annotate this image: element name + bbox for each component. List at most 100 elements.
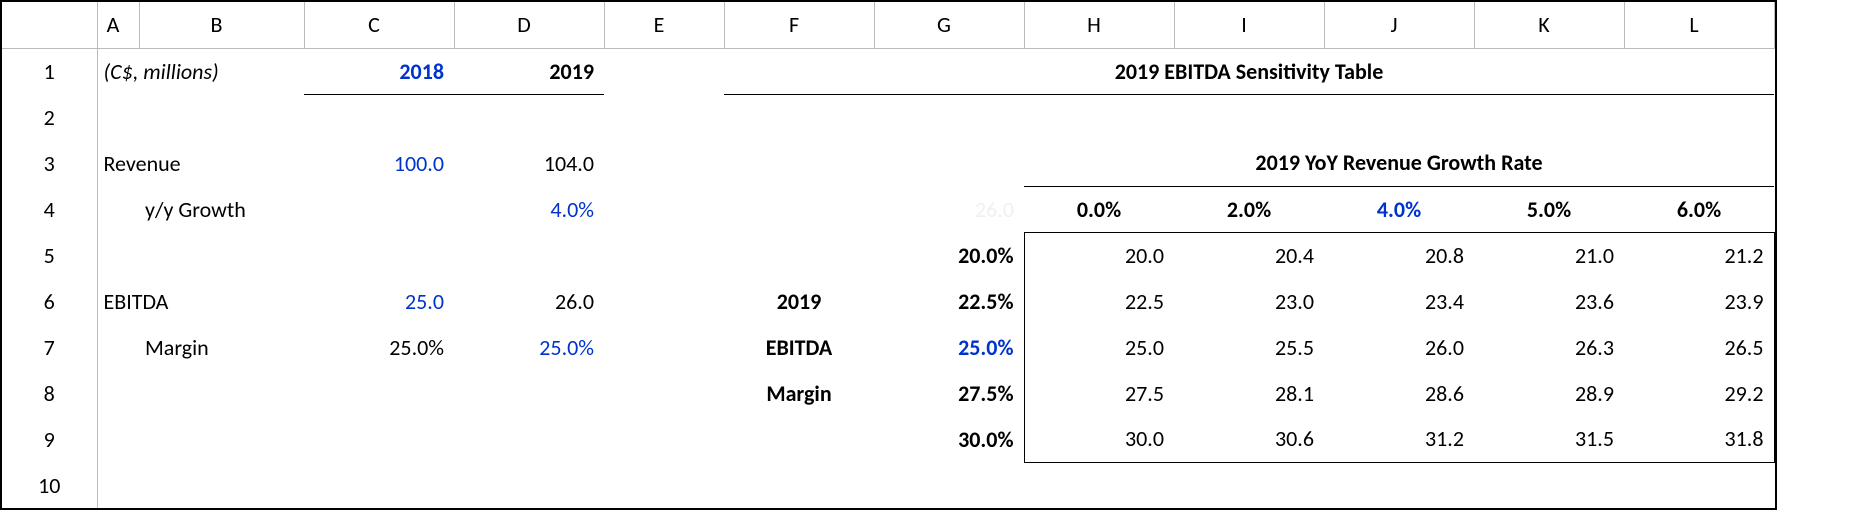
cell-f4[interactable] — [724, 186, 874, 232]
cell-d6[interactable]: 26.0 — [454, 278, 604, 324]
sens-r1c1[interactable]: 23.0 — [1174, 278, 1324, 324]
cell-a10[interactable] — [97, 462, 139, 508]
margin-hdr-2[interactable]: 25.0% — [874, 324, 1024, 370]
cell-g2[interactable] — [874, 94, 1024, 140]
side-label-margin[interactable]: Margin — [724, 370, 874, 416]
cell-e1[interactable] — [604, 48, 724, 94]
col-header-i[interactable]: I — [1174, 2, 1324, 48]
col-header-e[interactable]: E — [604, 2, 724, 48]
cell-a9[interactable] — [97, 416, 139, 462]
margin-hdr-0[interactable]: 20.0% — [874, 232, 1024, 278]
side-label-2019[interactable]: 2019 — [724, 278, 874, 324]
sens-r1c2[interactable]: 23.4 — [1324, 278, 1474, 324]
row-header-5[interactable]: 5 — [2, 232, 97, 278]
cell-e7[interactable] — [604, 324, 724, 370]
col-header-j[interactable]: J — [1324, 2, 1474, 48]
cell-f9[interactable] — [724, 416, 874, 462]
cell-f10[interactable] — [724, 462, 874, 508]
cell-f2[interactable] — [724, 94, 874, 140]
cell-d9[interactable] — [454, 416, 604, 462]
sens-r2c4[interactable]: 26.5 — [1624, 324, 1774, 370]
sens-r0c2[interactable]: 20.8 — [1324, 232, 1474, 278]
cell-h10[interactable] — [1024, 462, 1174, 508]
cell-d10[interactable] — [454, 462, 604, 508]
cell-c10[interactable] — [304, 462, 454, 508]
side-label-ebitda[interactable]: EBITDA — [724, 324, 874, 370]
corner-cell[interactable] — [2, 2, 97, 48]
cell-e9[interactable] — [604, 416, 724, 462]
cell-b8[interactable] — [139, 370, 304, 416]
sens-r1c4[interactable]: 23.9 — [1624, 278, 1774, 324]
cell-a1[interactable]: (C$, millions) — [97, 48, 304, 94]
cell-e5[interactable] — [604, 232, 724, 278]
row-header-1[interactable]: 1 — [2, 48, 97, 94]
cell-l10[interactable] — [1624, 462, 1774, 508]
cell-c5[interactable] — [304, 232, 454, 278]
cell-a8[interactable] — [97, 370, 139, 416]
cell-h2[interactable] — [1024, 94, 1174, 140]
cell-a2[interactable] — [97, 94, 139, 140]
cell-e6[interactable] — [604, 278, 724, 324]
cell-d7[interactable]: 25.0% — [454, 324, 604, 370]
growth-hdr-2[interactable]: 4.0% — [1324, 186, 1474, 232]
col-header-b[interactable]: B — [139, 2, 304, 48]
sens-r4c2[interactable]: 31.2 — [1324, 416, 1474, 462]
cell-a3[interactable]: Revenue — [97, 140, 304, 186]
rev-growth-title[interactable]: 2019 YoY Revenue Growth Rate — [1024, 140, 1774, 186]
growth-hdr-1[interactable]: 2.0% — [1174, 186, 1324, 232]
margin-hdr-3[interactable]: 27.5% — [874, 370, 1024, 416]
growth-hdr-3[interactable]: 5.0% — [1474, 186, 1624, 232]
cell-g10[interactable] — [874, 462, 1024, 508]
cell-d4[interactable]: 4.0% — [454, 186, 604, 232]
cell-d3[interactable]: 104.0 — [454, 140, 604, 186]
sens-r4c4[interactable]: 31.8 — [1624, 416, 1774, 462]
row-header-9[interactable]: 9 — [2, 416, 97, 462]
sens-r1c0[interactable]: 22.5 — [1024, 278, 1174, 324]
row-header-6[interactable]: 6 — [2, 278, 97, 324]
cell-l2[interactable] — [1624, 94, 1774, 140]
row-header-3[interactable]: 3 — [2, 140, 97, 186]
cell-b10[interactable] — [139, 462, 304, 508]
cell-d1[interactable]: 2019 — [454, 48, 604, 94]
cell-c2[interactable] — [304, 94, 454, 140]
row-header-7[interactable]: 7 — [2, 324, 97, 370]
cell-b4[interactable]: y/y Growth — [139, 186, 304, 232]
sens-r2c3[interactable]: 26.3 — [1474, 324, 1624, 370]
sens-r3c4[interactable]: 29.2 — [1624, 370, 1774, 416]
sens-r2c2[interactable]: 26.0 — [1324, 324, 1474, 370]
cell-c8[interactable] — [304, 370, 454, 416]
sens-r3c2[interactable]: 28.6 — [1324, 370, 1474, 416]
cell-e3[interactable] — [604, 140, 724, 186]
cell-b9[interactable] — [139, 416, 304, 462]
margin-hdr-1[interactable]: 22.5% — [874, 278, 1024, 324]
cell-g4[interactable]: 26.0 — [874, 186, 1024, 232]
col-header-f[interactable]: F — [724, 2, 874, 48]
cell-a6[interactable]: EBITDA — [97, 278, 304, 324]
sens-r0c3[interactable]: 21.0 — [1474, 232, 1624, 278]
cell-k2[interactable] — [1474, 94, 1624, 140]
cell-j10[interactable] — [1324, 462, 1474, 508]
cell-f3[interactable] — [724, 140, 874, 186]
sens-r0c0[interactable]: 20.0 — [1024, 232, 1174, 278]
cell-c7[interactable]: 25.0% — [304, 324, 454, 370]
sens-r1c3[interactable]: 23.6 — [1474, 278, 1624, 324]
cell-c1[interactable]: 2018 — [304, 48, 454, 94]
cell-f5[interactable] — [724, 232, 874, 278]
sens-r0c1[interactable]: 20.4 — [1174, 232, 1324, 278]
sens-r2c0[interactable]: 25.0 — [1024, 324, 1174, 370]
cell-j2[interactable] — [1324, 94, 1474, 140]
cell-i10[interactable] — [1174, 462, 1324, 508]
cell-a7[interactable] — [97, 324, 139, 370]
cell-e4[interactable] — [604, 186, 724, 232]
growth-hdr-0[interactable]: 0.0% — [1024, 186, 1174, 232]
sens-r4c1[interactable]: 30.6 — [1174, 416, 1324, 462]
cell-k10[interactable] — [1474, 462, 1624, 508]
cell-b7[interactable]: Margin — [139, 324, 304, 370]
margin-hdr-4[interactable]: 30.0% — [874, 416, 1024, 462]
sens-r4c3[interactable]: 31.5 — [1474, 416, 1624, 462]
growth-hdr-4[interactable]: 6.0% — [1624, 186, 1774, 232]
cell-e8[interactable] — [604, 370, 724, 416]
col-header-h[interactable]: H — [1024, 2, 1174, 48]
cell-e2[interactable] — [604, 94, 724, 140]
cell-i2[interactable] — [1174, 94, 1324, 140]
